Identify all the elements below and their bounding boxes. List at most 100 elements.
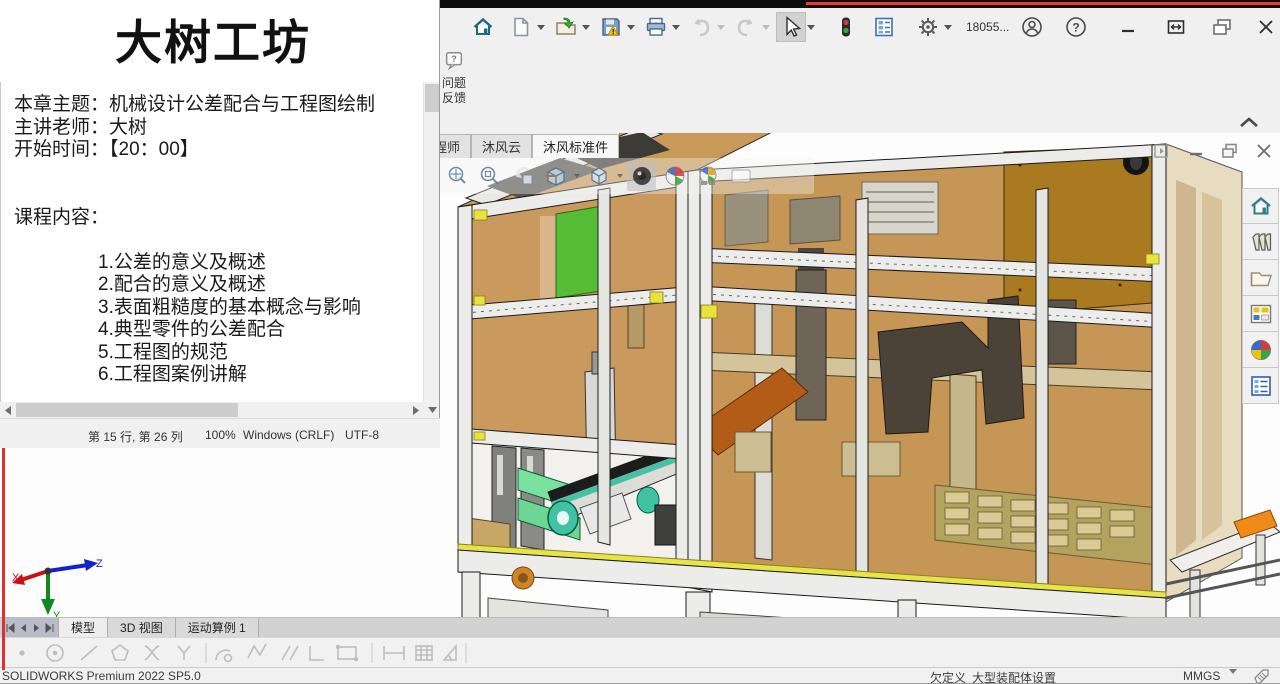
appearances-scenes-icon[interactable] xyxy=(1242,332,1279,368)
svg-text:?: ? xyxy=(451,54,457,64)
course-item: 3.表面粗糙度的基本概念与影响 xyxy=(98,296,361,318)
zoom-to-area-icon[interactable] xyxy=(475,161,504,191)
line-tool-icon xyxy=(80,645,98,661)
course-item: 1.公差的意义及概述 xyxy=(98,251,266,273)
tab-mufeng-standard-parts[interactable]: 沐风标准件 xyxy=(532,134,620,158)
collapse-chevron-icon[interactable] xyxy=(1238,115,1260,134)
tag-editor-icon[interactable] xyxy=(1254,669,1270,683)
open-button[interactable] xyxy=(551,12,581,42)
tab-mufeng-cloud[interactable]: 沐风云 xyxy=(471,134,533,158)
point-tool-icon xyxy=(19,650,25,656)
save-button[interactable] xyxy=(596,12,626,42)
last-tab-icon[interactable] xyxy=(45,622,54,633)
annotation-red-line xyxy=(2,448,5,670)
mirror-tool-icon xyxy=(177,645,191,660)
restore-window-button[interactable] xyxy=(1161,12,1191,42)
open-dropdown[interactable] xyxy=(582,24,590,30)
custom-properties-icon[interactable] xyxy=(1242,368,1279,404)
tab-model[interactable]: 模型 xyxy=(58,618,109,637)
zoom-level-label[interactable]: 100% xyxy=(205,428,236,442)
cursor-position-label: 第 15 行, 第 26 列 xyxy=(88,430,183,444)
help-icon[interactable]: ? xyxy=(1061,12,1091,42)
tab-3d-views[interactable]: 3D 视图 xyxy=(108,618,176,637)
user-id-label[interactable]: 18055... xyxy=(966,20,1009,34)
zoom-to-fit-icon[interactable] xyxy=(442,161,471,191)
scroll-left-arrow-icon[interactable] xyxy=(0,402,16,418)
tab-scroll-buttons[interactable] xyxy=(2,618,58,637)
configuration-tab-bar: 模型 3D 视图 运动算例 1 xyxy=(0,617,1280,637)
account-icon[interactable] xyxy=(1017,12,1047,42)
undo-dropdown[interactable] xyxy=(717,24,725,30)
redo-button[interactable] xyxy=(731,12,761,42)
options-dropdown[interactable] xyxy=(944,24,952,30)
options-gear-button[interactable] xyxy=(913,12,943,42)
close-window-button[interactable] xyxy=(1251,12,1280,42)
undo-button[interactable] xyxy=(686,12,716,42)
product-version-label: SOLIDWORKS Premium 2022 SP5.0 xyxy=(2,669,201,683)
new-document-dropdown[interactable] xyxy=(537,24,545,30)
flyout-arrow-icon[interactable] xyxy=(1152,141,1172,161)
file-explorer-icon[interactable] xyxy=(1242,260,1279,296)
scroll-down-arrow-icon[interactable] xyxy=(424,402,440,418)
notepad-text-area[interactable]: 本章主题：机械设计公差配合与工程图绘制 主讲老师：大树 开始时间：【20：00】… xyxy=(0,82,424,402)
course-item: 6.工程图案例讲解 xyxy=(98,364,247,385)
prev-tab-icon[interactable] xyxy=(19,623,28,633)
hide-show-items-icon[interactable] xyxy=(627,161,656,191)
doc-close-icon[interactable] xyxy=(1254,141,1274,161)
course-item: 5.工程图的规范 xyxy=(98,341,228,363)
minimize-window-button[interactable] xyxy=(1113,12,1143,42)
section-dropdown[interactable] xyxy=(574,174,580,178)
course-item: 4.典型零件的公差配合 xyxy=(98,319,285,340)
course-item: 2.配合的意义及概述 xyxy=(98,274,266,295)
view-settings-icon[interactable] xyxy=(726,161,755,191)
apply-scene-icon[interactable] xyxy=(693,161,722,191)
vertical-scrollbar-thumb[interactable] xyxy=(425,84,439,112)
pattern-tool-icon xyxy=(415,645,433,661)
next-tab-icon[interactable] xyxy=(32,623,41,633)
select-tool-button[interactable] xyxy=(776,12,806,42)
task-pane xyxy=(1242,188,1279,404)
traffic-light-icon[interactable] xyxy=(831,12,861,42)
horizontal-scrollbar[interactable] xyxy=(0,402,424,418)
units-dropdown[interactable] xyxy=(1228,669,1243,684)
vertical-scrollbar[interactable] xyxy=(423,82,439,418)
save-dropdown[interactable] xyxy=(627,24,635,30)
rectangle-tool-icon xyxy=(335,644,359,662)
view-palette-icon[interactable] xyxy=(1242,296,1279,332)
resources-home-icon[interactable] xyxy=(1242,188,1279,224)
commandmanager-area: ? 问题 反馈 xyxy=(428,48,1280,133)
display-settings-button[interactable] xyxy=(869,12,899,42)
quick-access-toolbar: 18055... ? xyxy=(428,8,1280,48)
new-document-button[interactable] xyxy=(506,12,536,42)
first-tab-icon[interactable] xyxy=(6,622,15,633)
angle-tool-icon xyxy=(442,643,457,661)
section-view-icon[interactable] xyxy=(541,161,570,191)
feedback-question-icon: ? xyxy=(445,52,463,71)
tab-motion-study[interactable]: 运动算例 1 xyxy=(175,618,259,637)
scroll-right-arrow-icon[interactable] xyxy=(408,402,424,418)
home-button[interactable] xyxy=(468,12,498,42)
reference-triad: X Z Y xyxy=(12,558,103,621)
edit-appearance-icon[interactable] xyxy=(660,161,689,191)
cascade-windows-button[interactable] xyxy=(1207,12,1237,42)
print-button[interactable] xyxy=(641,12,671,42)
view-orientation-cube-icon[interactable] xyxy=(584,161,613,191)
doc-minimize-icon[interactable] xyxy=(1186,141,1206,161)
encoding-label[interactable]: UTF-8 xyxy=(345,428,379,442)
previous-view-icon[interactable] xyxy=(508,161,537,191)
select-tool-dropdown[interactable] xyxy=(807,24,815,30)
design-library-icon[interactable] xyxy=(1242,224,1279,260)
workshop-title: 大树工坊 xyxy=(115,16,311,69)
horizontal-scrollbar-thumb[interactable] xyxy=(16,403,238,417)
notepad-status-bar: 第 15 行, 第 26 列 100% Windows (CRLF) UTF-8 xyxy=(0,418,440,448)
line-ending-label[interactable]: Windows (CRLF) xyxy=(243,428,334,442)
redo-dropdown[interactable] xyxy=(762,24,770,30)
units-selector[interactable]: MMGS xyxy=(1183,669,1220,683)
notepad-window: 大树工坊 本章主题：机械设计公差配合与工程图绘制 主讲老师：大树 开始时间：【2… xyxy=(0,0,440,448)
view-orientation-dropdown[interactable] xyxy=(617,174,623,178)
print-dropdown[interactable] xyxy=(672,24,680,30)
doc-restore-icon[interactable] xyxy=(1220,141,1240,161)
spline-tool-icon xyxy=(247,643,267,659)
recording-progress-line xyxy=(806,2,1280,5)
arc-tool-icon xyxy=(215,649,233,663)
